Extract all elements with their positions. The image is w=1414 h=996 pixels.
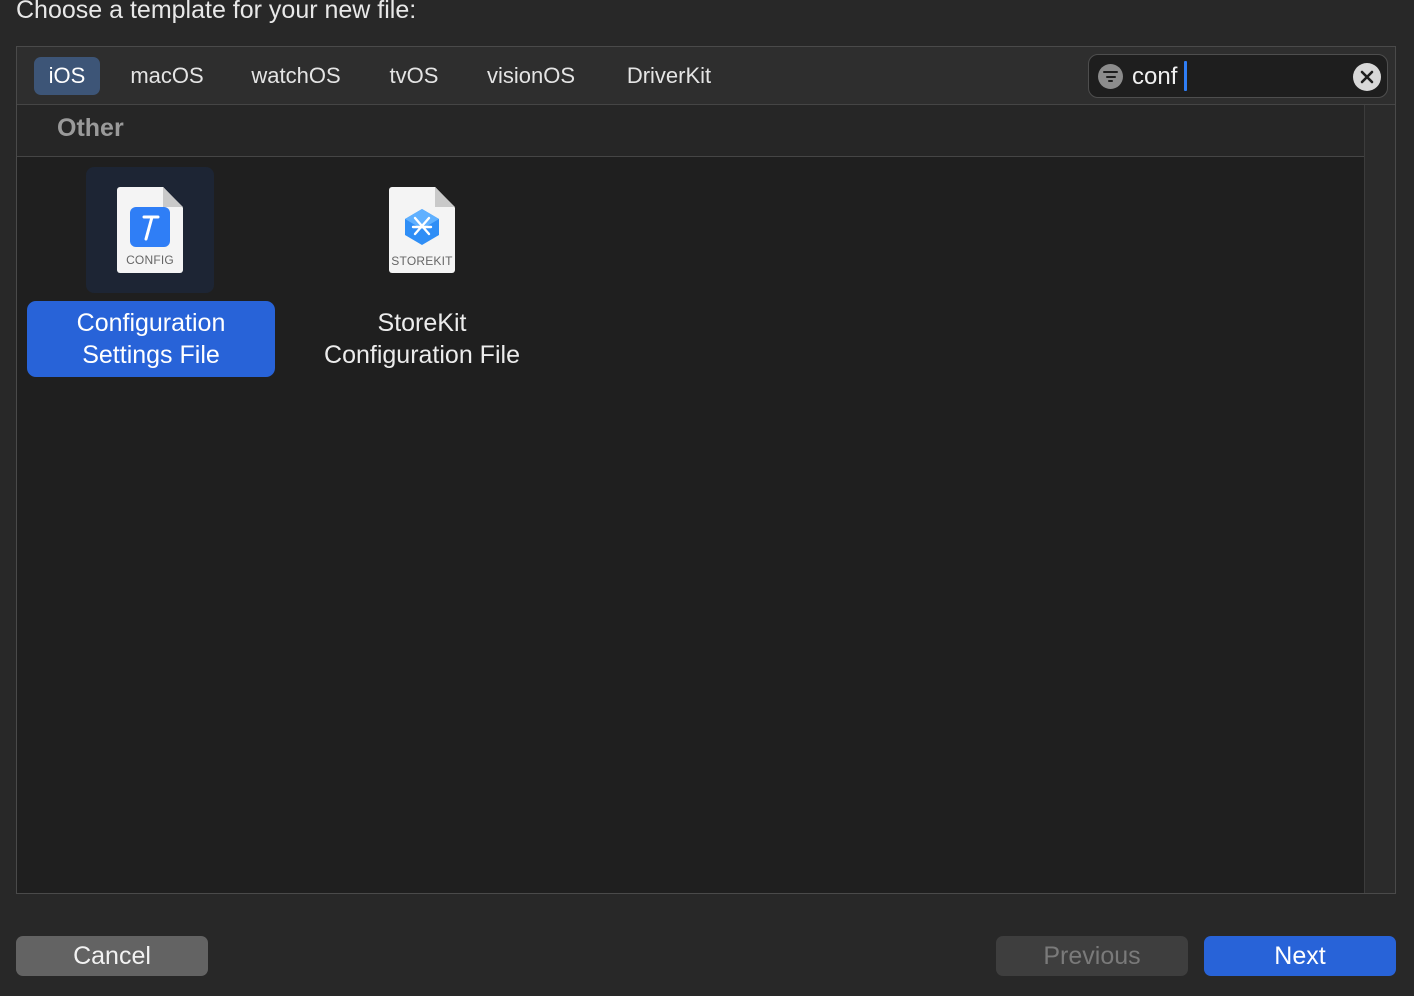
tab-watchos[interactable]: watchOS [241,57,351,95]
cancel-button[interactable]: Cancel [16,936,208,976]
config-file-icon: CONFIG [86,167,214,293]
tab-macos[interactable]: macOS [121,57,213,95]
template-name-line2: Configuration File [324,341,520,369]
vertical-scrollbar[interactable] [1364,105,1395,893]
next-button[interactable]: Next [1204,936,1396,976]
tab-visionos[interactable]: visionOS [475,57,587,95]
template-browser: iOS macOS watchOS tvOS visionOS DriverKi… [16,46,1396,894]
config-icon-caption: CONFIG [126,253,174,267]
previous-button[interactable]: Previous [996,936,1188,976]
tab-ios[interactable]: iOS [34,57,100,95]
new-file-template-dialog: Choose a template for your new file: iOS… [0,0,1414,996]
search-input[interactable]: conf [1132,61,1177,93]
platform-tab-bar: iOS macOS watchOS tvOS visionOS DriverKi… [17,47,1395,105]
storekit-icon-caption: STOREKIT [391,254,453,268]
tab-driverkit[interactable]: DriverKit [613,57,725,95]
template-name-line1: StoreKit [377,309,467,337]
filter-icon[interactable] [1098,64,1123,89]
section-header: Other [17,105,1364,157]
text-cursor [1184,61,1187,91]
template-name-line2: Settings File [82,341,220,369]
section-title: Other [57,114,124,142]
template-name-line1: Configuration [76,309,226,337]
template-label: StoreKit Configuration File [291,301,553,377]
dialog-heading: Choose a template for your new file: [16,0,417,24]
tab-tvos[interactable]: tvOS [379,57,449,95]
template-filter-field[interactable]: conf [1088,54,1388,98]
template-label: Configuration Settings File [27,301,275,377]
clear-icon[interactable] [1353,63,1381,91]
storekit-file-icon: STOREKIT [357,167,485,293]
